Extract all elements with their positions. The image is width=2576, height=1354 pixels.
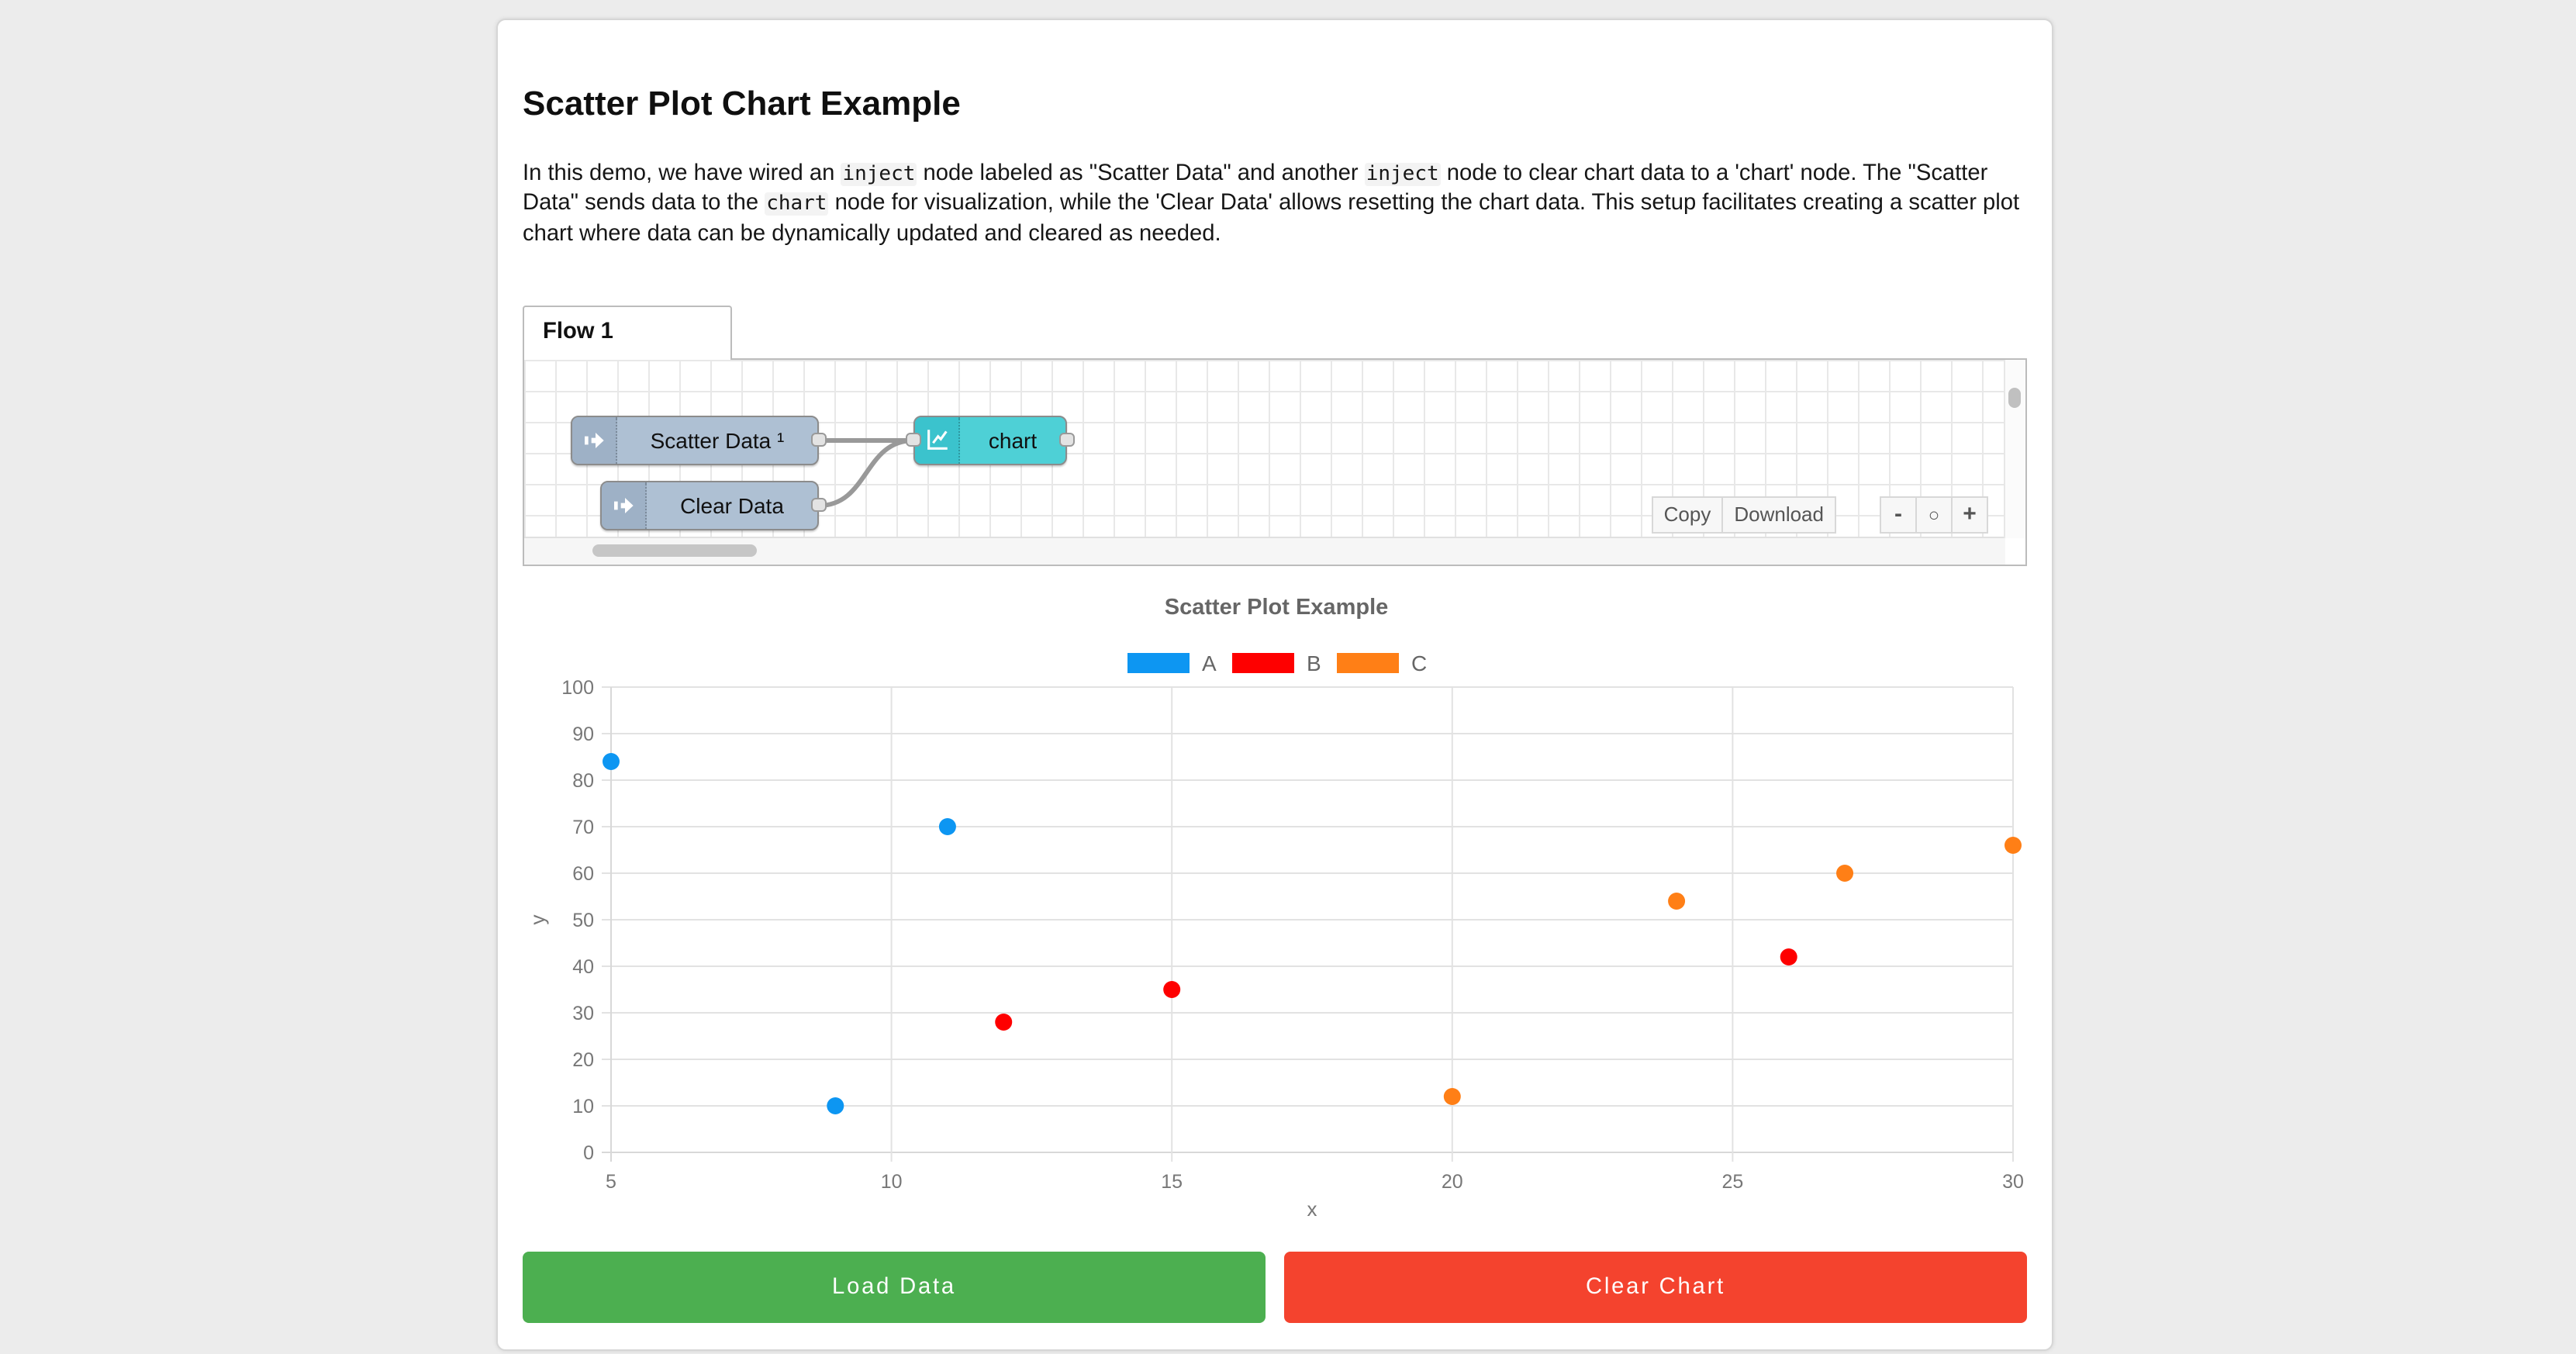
legend-swatch-A[interactable] (1127, 653, 1190, 673)
legend-swatch-B[interactable] (1232, 653, 1294, 673)
y-tick-label: 10 (572, 1096, 594, 1117)
y-tick-label: 100 (561, 677, 594, 699)
x-tick-label: 20 (1442, 1171, 1463, 1193)
vertical-scrollbar-thumb[interactable] (2008, 388, 2021, 408)
x-tick-label: 10 (881, 1171, 903, 1193)
inject-arrow-icon (602, 482, 647, 529)
flow-tab[interactable]: Flow 1 (523, 306, 732, 360)
x-tick-label: 30 (2002, 1171, 2024, 1193)
x-tick-label: 25 (1721, 1171, 1743, 1193)
zoom-controls: - ○ + (1880, 496, 1988, 534)
y-tick-label: 80 (572, 770, 594, 792)
wire-clear-to-chart (819, 440, 913, 506)
canvas-toolbar: Copy Download (1652, 496, 1836, 534)
legend-swatch-C[interactable] (1337, 653, 1399, 673)
y-tick-label: 30 (572, 1003, 594, 1024)
y-tick-label: 40 (572, 956, 594, 978)
data-point-B (1780, 948, 1797, 965)
y-tick-label: 50 (572, 910, 594, 931)
data-point-B (995, 1014, 1012, 1031)
output-port[interactable] (811, 498, 827, 512)
content-card: Scatter Plot Chart Example In this demo,… (496, 19, 2053, 1351)
node-scatter-data[interactable]: Scatter Data ¹ (571, 416, 819, 465)
inline-code: inject (841, 163, 917, 186)
y-tick-label: 60 (572, 863, 594, 885)
node-chart[interactable]: chart (913, 416, 1067, 465)
y-axis-title: y (526, 914, 549, 924)
node-label: Clear Data (647, 482, 817, 529)
data-point-C (1444, 1088, 1461, 1105)
page-background: Scatter Plot Chart Example In this demo,… (0, 0, 2576, 1354)
zoom-in-button[interactable]: + (1951, 496, 1988, 534)
inline-code: inject (1365, 163, 1441, 186)
data-point-B (1163, 981, 1180, 998)
zoom-reset-button[interactable]: ○ (1915, 496, 1953, 534)
output-port[interactable] (1059, 433, 1075, 447)
x-axis-title: x (1307, 1197, 1317, 1221)
data-point-A (827, 1097, 844, 1114)
action-buttons: Load Data Clear Chart (523, 1252, 2027, 1323)
chart-title: Scatter Plot Example (1165, 595, 1389, 620)
line-chart-icon (915, 417, 960, 464)
flow-editor: Flow 1 Scatter Data ¹ (523, 306, 2027, 566)
description: In this demo, we have wired an inject no… (523, 160, 2027, 250)
data-point-C (2005, 837, 2022, 854)
y-tick-label: 0 (583, 1142, 594, 1164)
scatter-plot-svg: Scatter Plot Example A B C 0 10 20 30 40 50 60 70 80… (523, 591, 2030, 1227)
data-point-C (1836, 865, 1853, 882)
download-button[interactable]: Download (1721, 496, 1836, 534)
zoom-out-button[interactable]: - (1880, 496, 1917, 534)
horizontal-scrollbar-thumb[interactable] (592, 544, 757, 557)
y-tick-label: 90 (572, 724, 594, 745)
output-port[interactable] (811, 433, 827, 447)
node-clear-data[interactable]: Clear Data (600, 481, 819, 530)
page-title: Scatter Plot Chart Example (523, 82, 2027, 126)
node-label: chart (960, 417, 1065, 464)
y-tick-label: 70 (572, 817, 594, 838)
y-tick-label: 20 (572, 1049, 594, 1071)
copy-button[interactable]: Copy (1652, 496, 1724, 534)
input-port[interactable] (906, 433, 921, 447)
inline-code: chart (765, 193, 828, 216)
node-label: Scatter Data ¹ (617, 417, 817, 464)
data-point-A (603, 753, 620, 770)
flow-tab-label: Flow 1 (543, 320, 613, 344)
legend-label-B[interactable]: B (1307, 651, 1321, 675)
x-tick-label: 5 (606, 1171, 616, 1193)
inject-arrow-icon (572, 417, 617, 464)
data-point-C (1668, 893, 1685, 910)
flow-canvas[interactable]: Scatter Data ¹ chart (523, 358, 2027, 566)
clear-chart-button[interactable]: Clear Chart (1284, 1252, 2027, 1323)
x-tick-label: 15 (1161, 1171, 1183, 1193)
legend-label-C[interactable]: C (1411, 651, 1427, 675)
load-data-button[interactable]: Load Data (523, 1252, 1266, 1323)
legend-label-A[interactable]: A (1202, 651, 1217, 675)
vertical-scrollbar (2004, 360, 2025, 538)
horizontal-scrollbar (524, 537, 2005, 565)
scatter-chart: Scatter Plot Example A B C 0 10 20 30 40 50 60 70 80… (523, 591, 2027, 1227)
data-point-A (939, 818, 956, 835)
